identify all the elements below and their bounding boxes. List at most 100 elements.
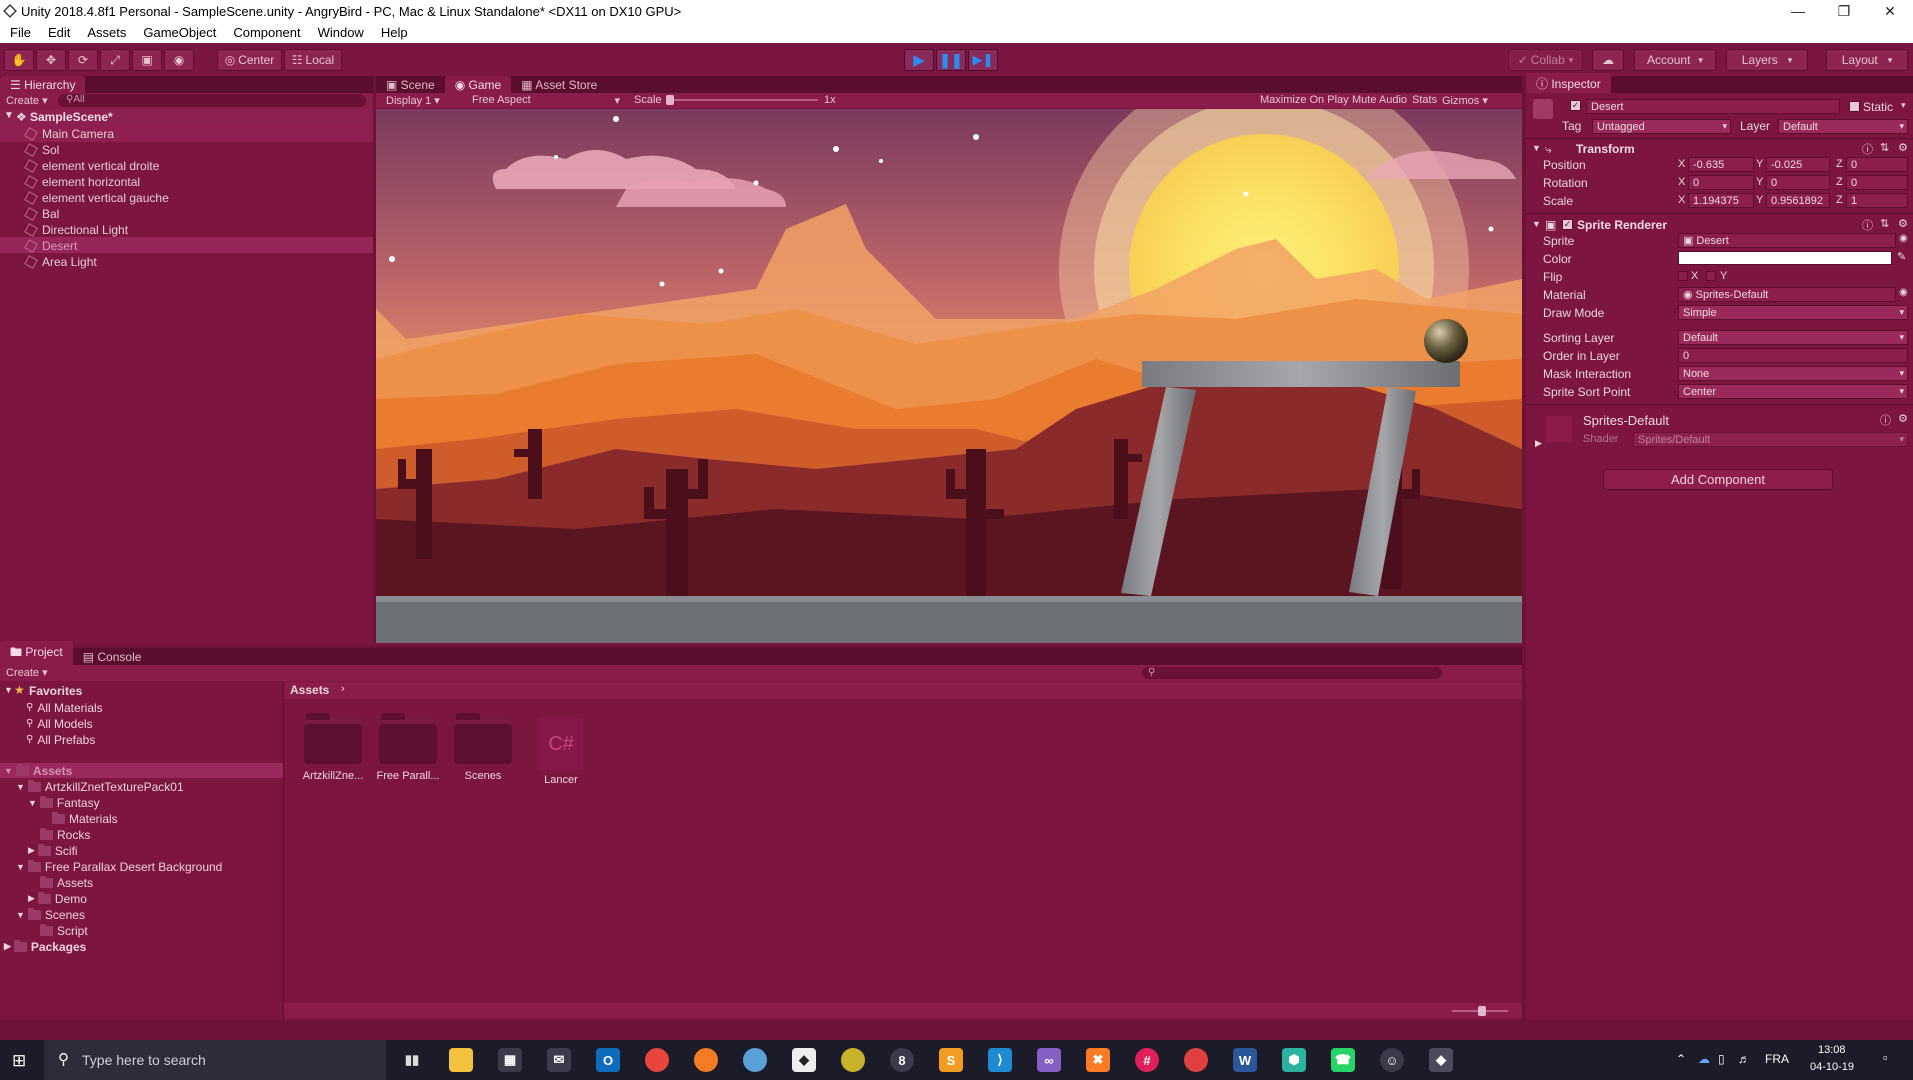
hierarchy-search-input[interactable]: ⚲All [58,94,366,107]
task-view-icon[interactable]: ▮▮ [400,1048,424,1072]
minimize-icon[interactable]: — [1775,0,1821,22]
hierarchy-item-area-light[interactable]: Area Light [24,254,97,270]
chrome-icon[interactable] [645,1048,669,1072]
mask-interaction-dropdown[interactable]: None [1678,366,1908,381]
project-search-input[interactable]: ⚲ [1142,667,1442,679]
tab-console[interactable]: ▤ Console [73,648,152,665]
tray-volume-icon[interactable]: ♬ [1738,1052,1750,1066]
tray-language[interactable]: FRA [1765,1052,1789,1066]
order-in-layer-field[interactable]: 0 [1678,348,1908,363]
firefox-icon[interactable] [694,1048,718,1072]
project-create-button[interactable]: Create ▾ [6,666,48,679]
hierarchy-item-element-vertical-droite[interactable]: element vertical droite [24,158,159,174]
material-settings-icon[interactable]: ⚙ [1898,412,1908,425]
flip-x-checkbox[interactable] [1678,271,1688,281]
menu-gameobject[interactable]: GameObject [139,25,223,40]
scale-z-field[interactable]: 1 [1846,193,1908,208]
hierarchy-item-element-horizontal[interactable]: element horizontal [24,174,140,190]
tree-scifi[interactable]: ▶ Scifi [28,843,78,858]
hierarchy-item-bal[interactable]: Bal [24,206,59,222]
material-help-icon[interactable]: ⓘ [1880,412,1891,428]
stats-toggle[interactable]: Stats [1412,94,1437,106]
scene-expand-icon[interactable]: ▼ [4,110,14,121]
sublime-icon[interactable]: S [939,1048,963,1072]
position-z-field[interactable]: 0 [1846,157,1908,172]
color-swatch[interactable] [1678,251,1892,265]
static-caret-icon[interactable]: ▾ [1901,100,1906,111]
tree-assets-root[interactable]: ▼ Assets [4,763,72,778]
sprite-renderer-preset-icon[interactable]: ⇅ [1880,217,1889,230]
transform-settings-icon[interactable]: ⚙ [1898,141,1908,154]
tray-network-icon[interactable]: ▯ [1718,1052,1725,1066]
menu-window[interactable]: Window [314,25,371,40]
unity-hub-icon[interactable]: ◆ [792,1048,816,1072]
menu-file[interactable]: File [6,25,38,40]
material-fold-icon[interactable]: ▶ [1535,438,1542,449]
step-button[interactable]: ▶❚ [968,49,998,71]
account-dropdown[interactable]: Account ▾ [1634,49,1716,71]
menu-assets[interactable]: Assets [83,25,133,40]
hierarchy-item-desert[interactable]: Desert [24,238,77,254]
browser-icon[interactable] [743,1048,767,1072]
app-circle-icon[interactable]: 8 [890,1048,914,1072]
app-globe-icon[interactable] [841,1048,865,1072]
sprite-picker-icon[interactable]: ◉ [1899,233,1908,244]
rotation-x-field[interactable]: 0 [1688,175,1754,190]
word-icon[interactable]: W [1233,1048,1257,1072]
position-x-field[interactable]: -0.635 [1688,157,1754,172]
tree-demo[interactable]: ▶ Demo [28,891,87,906]
hierarchy-item-directional-light[interactable]: Directional Light [24,222,128,238]
xampp-icon[interactable]: ✖ [1086,1048,1110,1072]
transform-tool-icon[interactable]: ◉ [164,49,194,71]
tab-scene[interactable]: ▣ Scene [376,76,445,93]
tab-hierarchy[interactable]: ☰ Hierarchy [0,76,86,93]
aspect-dropdown[interactable]: Free Aspect ▾ [472,94,620,107]
outlook-icon[interactable]: O [596,1048,620,1072]
favorite-all-prefabs[interactable]: ⚲ All Prefabs [26,732,95,747]
eyedropper-icon[interactable]: ✎ [1897,250,1906,263]
pause-button[interactable]: ❚❚ [936,49,966,71]
layers-dropdown[interactable]: Layers ▾ [1726,49,1808,71]
tree-materials[interactable]: Materials [52,811,118,826]
sprite-renderer-fold-icon[interactable]: ▼ [1532,219,1541,229]
rotate-tool-icon[interactable]: ⟳ [68,49,98,71]
mail-icon[interactable]: ✉ [547,1048,571,1072]
layer-dropdown[interactable]: Default [1778,119,1908,134]
menu-help[interactable]: Help [377,25,415,40]
draw-mode-dropdown[interactable]: Simple [1678,305,1908,320]
ball[interactable] [1424,319,1468,363]
hierarchy-item-main-camera[interactable]: Main Camera [24,126,114,142]
asset-folder-artzkill[interactable]: ArtzkillZne... [298,713,368,782]
unity-taskbar-icon[interactable]: ◆ [1429,1048,1453,1072]
visual-studio-icon[interactable]: ∞ [1037,1048,1061,1072]
tab-asset-store[interactable]: ▦ Asset Store [511,76,607,93]
rotation-z-field[interactable]: 0 [1846,175,1908,190]
tag-dropdown[interactable]: Untagged [1592,119,1731,134]
favorite-all-materials[interactable]: ⚲ All Materials [26,700,103,715]
collab-dropdown[interactable]: ✓ Collab ▾ [1508,49,1583,71]
scale-tool-icon[interactable]: ⤢ [100,49,130,71]
object-name-field[interactable]: Desert [1586,99,1840,114]
static-checkbox[interactable] [1849,101,1860,112]
hierarchy-scene-row[interactable]: ▼ ❖ SampleScene* [0,109,373,125]
restore-icon[interactable]: ❐ [1821,0,1867,22]
menu-component[interactable]: Component [229,25,307,40]
sprite-sort-point-dropdown[interactable]: Center [1678,384,1908,399]
tab-project[interactable]: 🖿 Project [0,641,73,665]
layout-dropdown[interactable]: Layout ▾ [1826,49,1908,71]
pivot-local-button[interactable]: ☷ Local [284,49,342,71]
scale-y-field[interactable]: 0.9561892 [1766,193,1830,208]
close-icon[interactable]: ✕ [1867,0,1913,22]
icon-size-slider-handle[interactable] [1478,1006,1486,1016]
object-active-checkbox[interactable]: ✓ [1570,100,1581,111]
material-field[interactable]: ◉ Sprites-Default [1678,287,1896,302]
asset-folder-scenes[interactable]: Scenes [448,713,518,782]
hierarchy-item-sol[interactable]: Sol [24,142,59,158]
rect-tool-icon[interactable]: ▣ [132,49,162,71]
sorting-layer-dropdown[interactable]: Default [1678,330,1908,345]
whatsapp-icon[interactable]: ☎ [1331,1048,1355,1072]
sprite-renderer-settings-icon[interactable]: ⚙ [1898,217,1908,230]
rotation-y-field[interactable]: 0 [1766,175,1830,190]
position-y-field[interactable]: -0.025 [1766,157,1830,172]
asset-script-lancer[interactable]: C# Lancer [526,718,596,786]
